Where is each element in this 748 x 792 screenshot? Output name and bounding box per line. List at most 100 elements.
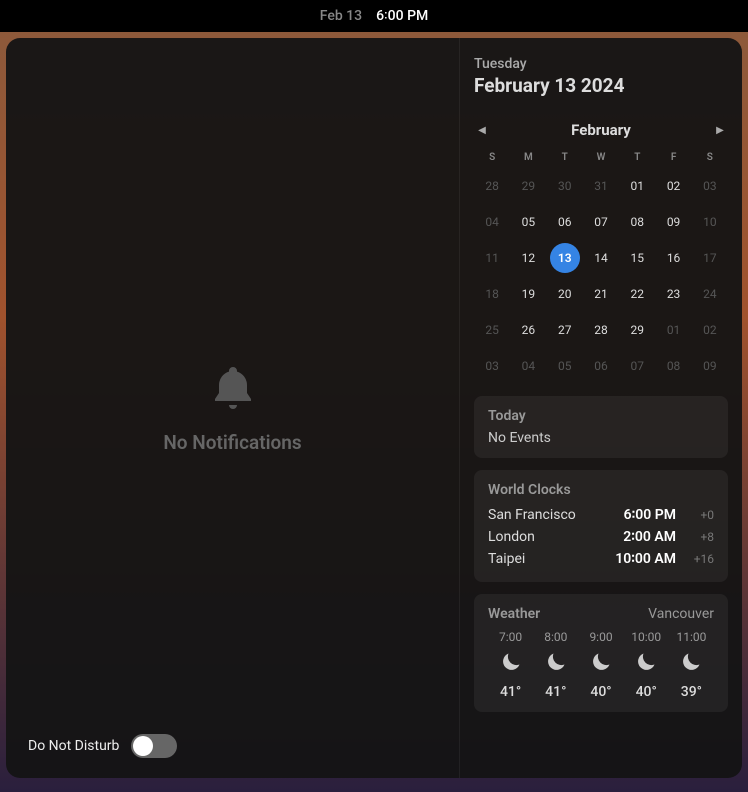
topbar-date[interactable]: Feb 13: [320, 8, 362, 24]
weather-card: Weather Vancouver 7:00 41° 8:00 41° 9:00 40° 1…: [474, 594, 728, 712]
bell-icon: [209, 363, 257, 415]
do-not-disturb-row: Do Not Disturb: [28, 734, 177, 758]
calendar-day[interactable]: 01: [659, 315, 689, 345]
next-month-button[interactable]: ▶: [712, 122, 728, 138]
clock-time: 2∶00 AM: [623, 529, 676, 545]
weather-temp: 41°: [500, 684, 521, 700]
weather-title: Weather: [488, 606, 540, 622]
clock-city: London: [488, 529, 623, 545]
moon-icon: [589, 650, 613, 678]
calendar-day[interactable]: 26: [513, 315, 543, 345]
calendar-day[interactable]: 05: [550, 351, 580, 381]
calendar-day[interactable]: 18: [477, 279, 507, 309]
calendar-day[interactable]: 10: [695, 207, 725, 237]
calendar-day[interactable]: 03: [695, 171, 725, 201]
calendar-day[interactable]: 23: [659, 279, 689, 309]
calendar-day[interactable]: 28: [586, 315, 616, 345]
calendar-day[interactable]: 11: [477, 243, 507, 273]
weekday-label: Tuesday: [474, 56, 728, 72]
weather-hour-cell: 7:00 41°: [488, 630, 533, 700]
no-notifications-label: No Notifications: [163, 431, 301, 454]
calendar-day[interactable]: 24: [695, 279, 725, 309]
calendar-day[interactable]: 25: [477, 315, 507, 345]
weather-temp: 40°: [590, 684, 611, 700]
weather-header: Weather Vancouver: [488, 606, 714, 622]
calendar-month-label[interactable]: February: [571, 121, 631, 139]
weather-hour-label: 9:00: [589, 630, 612, 644]
moon-icon: [544, 650, 568, 678]
calendar-weekday-header: S: [692, 147, 728, 168]
calendar-day[interactable]: 08: [622, 207, 652, 237]
dnd-label: Do Not Disturb: [28, 738, 119, 754]
moon-icon: [499, 650, 523, 678]
clock-city: Taipei: [488, 551, 615, 567]
calendar-day[interactable]: 13: [550, 243, 580, 273]
world-clock-row: San Francisco6∶00 PM+0: [488, 504, 714, 526]
calendar-weekday-header: M: [510, 147, 546, 168]
calendar-day[interactable]: 17: [695, 243, 725, 273]
notification-calendar-panel: No Notifications Do Not Disturb Tuesday …: [6, 38, 742, 778]
weather-hour-cell: 11:00 39°: [669, 630, 714, 700]
calendar-day[interactable]: 02: [659, 171, 689, 201]
calendar-weekday-header: F: [655, 147, 691, 168]
calendar-weekday-header: W: [583, 147, 619, 168]
events-title: Today: [488, 408, 714, 424]
calendar-day[interactable]: 27: [550, 315, 580, 345]
calendar-day[interactable]: 04: [513, 351, 543, 381]
calendar-weekday-header: T: [619, 147, 655, 168]
calendar-day[interactable]: 30: [550, 171, 580, 201]
weather-hour-cell: 10:0040°: [624, 630, 669, 700]
calendar-day[interactable]: 02: [695, 315, 725, 345]
world-clock-row: London2∶00 AM +8: [488, 526, 714, 548]
calendar-day[interactable]: 04: [477, 207, 507, 237]
calendar-day[interactable]: 29: [622, 315, 652, 345]
calendar-day[interactable]: 12: [513, 243, 543, 273]
world-clocks-title: World Clocks: [488, 482, 714, 498]
calendar-weekday-header: S: [474, 147, 510, 168]
calendar-day[interactable]: 06: [550, 207, 580, 237]
clock-offset: +0: [684, 508, 714, 522]
moon-icon: [634, 650, 658, 678]
dnd-toggle[interactable]: [131, 734, 177, 758]
calendar-day[interactable]: 03: [477, 351, 507, 381]
calendar-day[interactable]: 07: [622, 351, 652, 381]
events-empty-label: No Events: [488, 430, 714, 446]
weather-hour-label: 7:00: [499, 630, 522, 644]
calendar-day[interactable]: 05: [513, 207, 543, 237]
calendar-day[interactable]: 19: [513, 279, 543, 309]
calendar-grid: SMTWTFS282930310102030405060708091011121…: [474, 147, 728, 384]
dnd-toggle-knob: [133, 736, 153, 756]
clock-offset: +8: [684, 530, 714, 544]
calendar-day[interactable]: 09: [695, 351, 725, 381]
calendar-day[interactable]: 14: [586, 243, 616, 273]
clock-city: San Francisco: [488, 507, 624, 523]
calendar-day[interactable]: 07: [586, 207, 616, 237]
calendar-day[interactable]: 01: [622, 171, 652, 201]
calendar-day[interactable]: 31: [586, 171, 616, 201]
calendar-day[interactable]: 15: [622, 243, 652, 273]
calendar-day[interactable]: 28: [477, 171, 507, 201]
calendar-nav: ◀ February ▶: [474, 121, 728, 139]
calendar-day[interactable]: 06: [586, 351, 616, 381]
weather-hour-cell: 9:00 40°: [578, 630, 623, 700]
calendar-day[interactable]: 16: [659, 243, 689, 273]
calendar-day[interactable]: 21: [586, 279, 616, 309]
weather-hour-label: 10:00: [631, 630, 661, 644]
weather-location: Vancouver: [648, 606, 714, 622]
weather-forecast-row: 7:00 41° 8:00 41° 9:00 40° 10:0040° 11:00 39°: [488, 630, 714, 700]
calendar-pane: Tuesday February 13 2024 ◀ February ▶ SM…: [460, 38, 742, 778]
calendar-day[interactable]: 09: [659, 207, 689, 237]
topbar-time[interactable]: 6∶00 PM: [376, 8, 428, 24]
calendar-day[interactable]: 20: [550, 279, 580, 309]
calendar-day[interactable]: 29: [513, 171, 543, 201]
prev-month-button[interactable]: ◀: [474, 122, 490, 138]
calendar-day[interactable]: 08: [659, 351, 689, 381]
world-clock-row: Taipei10∶00 AM+16: [488, 548, 714, 570]
weather-hour-label: 8:00: [544, 630, 567, 644]
weather-temp: 41°: [545, 684, 566, 700]
weather-temp: 39°: [681, 684, 702, 700]
date-header: Tuesday February 13 2024: [474, 56, 728, 97]
world-clocks-list: San Francisco6∶00 PM+0 London2∶00 AM +8 Tai…: [488, 504, 714, 570]
calendar-day[interactable]: 22: [622, 279, 652, 309]
weather-hour-label: 11:00: [676, 630, 706, 644]
